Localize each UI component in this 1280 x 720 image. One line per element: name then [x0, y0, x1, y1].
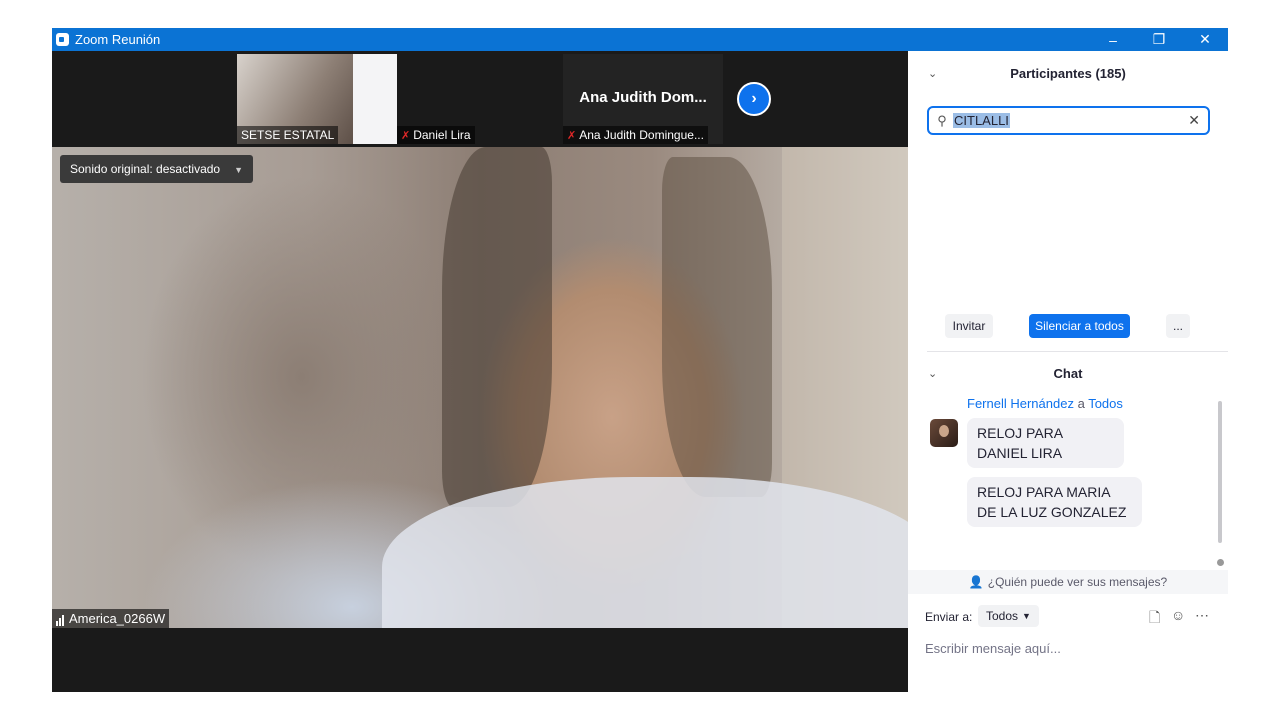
thumbnail-setse[interactable]: SETSE ESTATAL: [237, 54, 397, 144]
video-camera-icon: [56, 33, 69, 46]
restore-button[interactable]: ❐: [1136, 28, 1182, 51]
search-icon: ⚲: [937, 112, 947, 128]
original-sound-label: Sonido original: desactivado: [70, 162, 221, 176]
close-button[interactable]: ✕: [1182, 28, 1228, 51]
participant-search-input[interactable]: ⚲ CITLALLI ✕: [927, 106, 1210, 135]
chevron-down-icon: ▼: [1022, 611, 1031, 621]
chat-compose-input[interactable]: Escribir mensaje aquí...: [925, 641, 1061, 656]
chat-header: ⌄ Chat: [908, 351, 1228, 395]
participant-display-name: Ana Judith Dom...: [579, 89, 707, 106]
video-shape: [442, 147, 552, 507]
message-sender: Fernell Hernández a Todos: [967, 396, 1123, 411]
mic-muted-icon: ✗: [401, 130, 411, 142]
chat-title: Chat: [1053, 365, 1083, 381]
video-shape: [662, 157, 772, 497]
zoom-window: Zoom Reunión – ❐ ✕ SETSE ESTATAL ✗ Daniel…: [52, 28, 1228, 692]
thumbnail-ana-judith[interactable]: Ana Judith Dom... ✗ Ana Judith Domingue..…: [563, 54, 723, 144]
chat-message-list: Fernell Hernández a Todos RELOJ PARA DAN…: [908, 396, 1228, 571]
thumbnail-daniel-lira[interactable]: ✗ Daniel Lira: [397, 54, 557, 144]
mic-muted-icon: ✗: [567, 130, 577, 142]
participants-header: ⌄ Participantes (185): [908, 51, 1228, 95]
thumbnail-label: ✗ Ana Judith Domingue...: [563, 126, 708, 144]
chat-message[interactable]: RELOJ PARA DANIEL LIRA: [967, 418, 1124, 468]
clear-icon[interactable]: ✕: [1188, 112, 1200, 129]
send-to-bar: Enviar a: Todos ▼ 🗋 ☺ ⋯: [925, 604, 1215, 630]
side-panel: ⌄ Participantes (185) ⚲ CITLALLI ✕ Invit…: [908, 51, 1228, 692]
scroll-indicator[interactable]: [1217, 559, 1224, 566]
privacy-note[interactable]: 👤 ¿Quién puede ver sus mensajes?: [908, 570, 1228, 594]
invite-button[interactable]: Invitar: [945, 314, 993, 338]
sender-name[interactable]: Fernell Hernández: [967, 396, 1074, 411]
thumbnail-label: ✗ Daniel Lira: [397, 126, 475, 144]
chevron-right-icon: ›: [751, 90, 757, 107]
active-speaker-video: Sonido original: desactivado ▼ America_02…: [52, 147, 908, 628]
shared-screen-preview: [353, 54, 397, 144]
window-title: Zoom Reunión: [75, 32, 161, 47]
privacy-note-text: ¿Quién puede ver sus mensajes?: [987, 575, 1168, 589]
signal-bars-icon: [56, 611, 65, 626]
thumbnail-label: SETSE ESTATAL: [237, 126, 339, 144]
more-button[interactable]: ...: [1166, 314, 1190, 338]
person-icon: 👤: [968, 575, 984, 589]
chevron-down-icon[interactable]: ⌄: [928, 367, 937, 380]
next-page-button[interactable]: ›: [737, 82, 771, 116]
search-value: CITLALLI: [953, 113, 1010, 128]
thumbnail-name: Ana Judith Domingue...: [579, 128, 704, 142]
participant-actions: Invitar Silenciar a todos ...: [908, 314, 1228, 340]
send-to-dropdown[interactable]: Todos ▼: [978, 605, 1039, 627]
video-area: SETSE ESTATAL ✗ Daniel Lira Ana Judith Do…: [52, 51, 908, 692]
recipient-name: Todos: [1088, 396, 1123, 411]
send-to-label: Enviar a:: [925, 610, 973, 624]
send-to-value: Todos: [986, 609, 1019, 623]
active-speaker-name: America_0266W: [69, 611, 166, 626]
emoji-icon[interactable]: ☺: [1171, 607, 1185, 623]
chat-scrollbar[interactable]: [1218, 401, 1222, 543]
thumbnail-name: Daniel Lira: [413, 128, 471, 142]
avatar: [930, 419, 958, 447]
chevron-down-icon: ▼: [234, 165, 244, 175]
file-icon[interactable]: 🗋: [1149, 607, 1160, 631]
minimize-button[interactable]: –: [1090, 28, 1136, 51]
more-icon[interactable]: ⋯: [1195, 607, 1209, 624]
title-bar: Zoom Reunión – ❐ ✕: [52, 28, 1228, 51]
participants-title: Participantes (185): [1010, 65, 1126, 81]
chat-message[interactable]: RELOJ PARA MARIA DE LA LUZ GONZALEZ: [967, 477, 1142, 527]
thumbnail-strip: SETSE ESTATAL ✗ Daniel Lira Ana Judith Do…: [52, 51, 908, 147]
active-speaker-label: America_0266W: [52, 609, 170, 628]
mute-all-button[interactable]: Silenciar a todos: [1029, 314, 1130, 338]
chevron-down-icon[interactable]: ⌄: [928, 67, 937, 80]
to-word: a: [1077, 396, 1085, 411]
original-sound-dropdown[interactable]: Sonido original: desactivado ▼: [60, 155, 254, 183]
